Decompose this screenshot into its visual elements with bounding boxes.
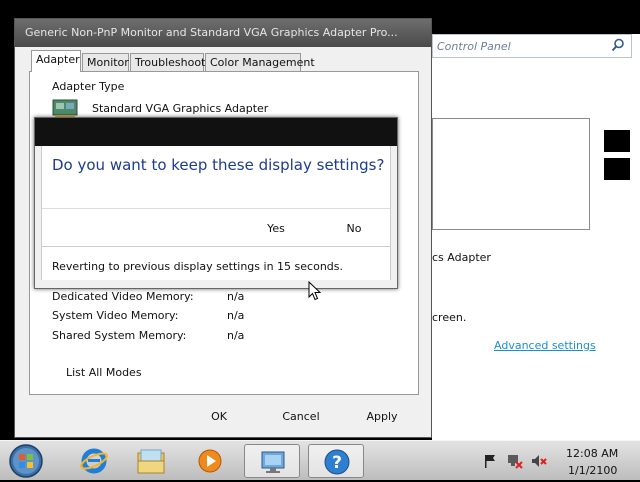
divider — [42, 246, 390, 247]
action-center-flag-icon[interactable] — [482, 453, 498, 469]
graphics-card-icon — [52, 98, 78, 118]
divider — [42, 208, 390, 209]
detect-monitor-button[interactable] — [604, 158, 630, 180]
tab-monitor[interactable]: Monitor — [82, 53, 129, 71]
svg-text:?: ? — [332, 453, 342, 473]
confirm-question: Do you want to keep these display settin… — [52, 156, 385, 174]
adapter-type-label: Adapter Type — [52, 80, 125, 93]
start-button[interactable] — [6, 443, 46, 479]
apply-button[interactable]: Apply — [351, 406, 413, 428]
display-settings-icon — [261, 451, 285, 473]
mouse-cursor-icon — [308, 280, 322, 301]
confirm-title-bar[interactable] — [35, 118, 397, 146]
monitor-arrangement-area[interactable] — [432, 118, 590, 230]
shared-memory-value: n/a — [227, 329, 245, 342]
identify-monitor-button[interactable] — [604, 130, 630, 152]
dialog-title-bar[interactable]: Generic Non-PnP Monitor and Standard VGA… — [15, 19, 431, 47]
dedicated-memory-value: n/a — [227, 290, 245, 303]
tab-color-management[interactable]: Color Management — [205, 53, 315, 71]
dialog-title: Generic Non-PnP Monitor and Standard VGA… — [25, 26, 398, 39]
taskbar: ? 12:08 AM 1/1/2100 — [0, 440, 640, 480]
internet-explorer-icon — [80, 448, 108, 474]
volume-icon[interactable] — [530, 453, 548, 469]
confirm-content: Do you want to keep these display settin… — [41, 146, 391, 280]
tab-troubleshoot[interactable]: Troubleshoot — [130, 53, 205, 71]
tab-adapter[interactable]: Adapter — [31, 50, 81, 72]
revert-countdown-text: Reverting to previous display settings i… — [52, 260, 343, 273]
adapter-text: cs Adapter — [432, 251, 491, 264]
display-settings-taskbar-button[interactable] — [244, 444, 300, 478]
shared-memory-label: Shared System Memory: — [52, 329, 187, 342]
help-taskbar-button[interactable]: ? — [308, 444, 364, 478]
cancel-button[interactable]: Cancel — [269, 406, 333, 428]
windows-explorer-taskbar-button[interactable] — [122, 444, 178, 478]
system-memory-label: System Video Memory: — [52, 309, 179, 322]
system-memory-value: n/a — [227, 309, 245, 322]
media-player-taskbar-button[interactable] — [182, 444, 238, 478]
search-placeholder: Control Panel — [437, 40, 511, 53]
internet-explorer-taskbar-button[interactable] — [66, 444, 122, 478]
screen-text: creen. — [432, 311, 467, 324]
adapter-name: Standard VGA Graphics Adapter — [92, 102, 269, 115]
control-panel-search-input[interactable]: Control Panel — [432, 34, 632, 58]
search-icon[interactable] — [611, 38, 625, 52]
media-player-icon — [198, 449, 222, 473]
advanced-settings-link[interactable]: Advanced settings — [494, 339, 596, 352]
clock-time[interactable]: 12:08 AM — [566, 447, 618, 460]
clock-date[interactable]: 1/1/2100 — [568, 464, 617, 477]
windows-explorer-icon — [137, 449, 165, 474]
network-icon[interactable] — [506, 453, 524, 469]
list-all-modes-button[interactable]: List All Modes — [66, 366, 142, 379]
help-icon: ? — [324, 449, 350, 475]
yes-button[interactable]: Yes — [256, 218, 296, 240]
ok-button[interactable]: OK — [191, 406, 247, 428]
no-button[interactable]: No — [334, 218, 374, 240]
dedicated-memory-label: Dedicated Video Memory: — [52, 290, 194, 303]
keep-settings-dialog: Do you want to keep these display settin… — [34, 117, 398, 289]
control-panel-window: Control Panel cs Adapter creen. Advanced… — [432, 34, 640, 440]
